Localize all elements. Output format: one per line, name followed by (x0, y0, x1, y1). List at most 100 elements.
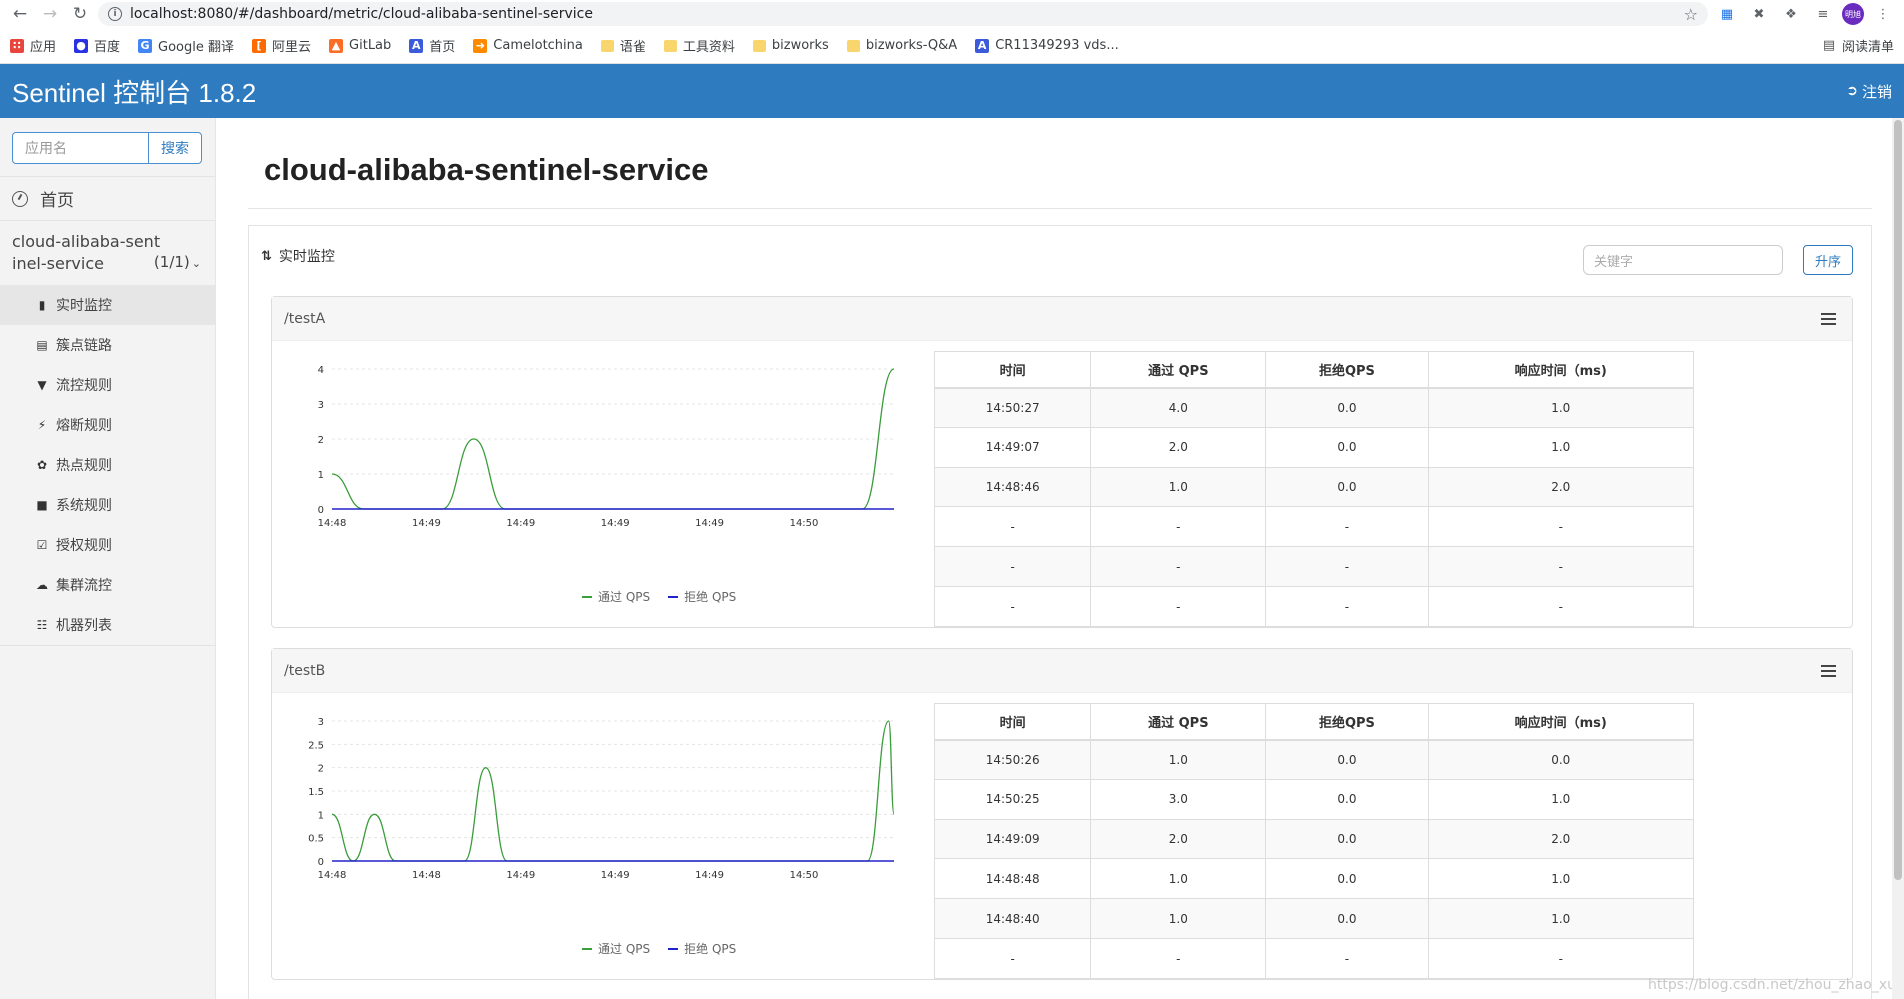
sidebar-item-menu[interactable]: ☷ 机器列表 (0, 605, 215, 645)
legend-pass[interactable]: 通过 QPS (582, 588, 650, 605)
bookmark-item[interactable]: G Google 翻译 (138, 36, 234, 55)
sidebar: 应用名 搜索 首页 cloud-alibaba-sentinel-service… (0, 118, 216, 999)
bookmark-item[interactable]: bizworks-Q&A (846, 38, 957, 53)
folder-icon (846, 39, 860, 52)
sidebar-item-menu[interactable]: ■ 系统规则 (0, 485, 215, 525)
media-queue-icon[interactable]: ≡ (1810, 2, 1836, 26)
bookmark-item[interactable]: 语雀 (600, 36, 646, 55)
table-header-cell[interactable]: 通过 QPS (1090, 703, 1267, 741)
table-cell: 1.0 (1090, 466, 1267, 508)
address-bar[interactable]: i localhost:8080/#/dashboard/metric/clou… (98, 2, 1708, 26)
puzzle-extensions-icon[interactable]: ❖ (1778, 2, 1804, 26)
table-header-cell[interactable]: 时间 (933, 703, 1092, 741)
sidebar-item-menu[interactable]: ✿ 热点规则 (0, 445, 215, 485)
sidebar-item-menu[interactable]: ☁ 集群流控 (0, 565, 215, 605)
list-icon: ▤ (36, 338, 48, 352)
legend-block[interactable]: 拒绝 QPS (668, 588, 736, 605)
site-info-icon[interactable]: i (108, 7, 122, 21)
bookmark-item[interactable]: bizworks (752, 38, 829, 53)
reload-icon[interactable]: ↻ (68, 2, 92, 26)
bookmark-item[interactable]: [阿里云 (252, 36, 311, 55)
table-header-cell[interactable]: 时间 (933, 351, 1092, 389)
table-cell: 1.0 (1427, 426, 1694, 468)
table-row: 14:48:48 1.0 0.0 1.0 (933, 858, 1694, 900)
y-tick-label: 0.5 (308, 834, 324, 845)
table-header-cell[interactable]: 响应时间（ms) (1427, 703, 1694, 741)
table-cell: 0.0 (1265, 426, 1429, 468)
hamburger-menu-icon[interactable] (1821, 664, 1836, 677)
sort-ascending-button[interactable]: 升序 (1803, 245, 1853, 275)
gitlab-icon: ▲ (329, 38, 344, 53)
table-row: 14:49:09 2.0 0.0 2.0 (933, 818, 1694, 860)
back-icon[interactable]: ← (8, 2, 32, 26)
table-cell: 0.0 (1265, 818, 1429, 860)
sidebar-item-menu[interactable]: ▼ 流控规则 (0, 365, 215, 405)
camelot-icon: ➜ (473, 38, 488, 53)
logout-button[interactable]: ➲ 注销 (1846, 81, 1892, 102)
resource-name: /testB (284, 662, 326, 679)
table-cell: - (933, 586, 1092, 627)
x-extension-icon[interactable]: ✖ (1746, 2, 1772, 26)
table-header-cell[interactable]: 响应时间（ms) (1427, 351, 1694, 389)
table-cell: - (933, 546, 1092, 588)
scrollbar-thumb[interactable] (1894, 120, 1902, 880)
bookmark-item[interactable]: ∷ 应用 (10, 36, 56, 55)
resource-card: /testA 0 1 2 3 4 14:48 14:49 14:49 14:49 14:49 14:5… (271, 296, 1853, 628)
bookmark-star-icon[interactable]: ☆ (1684, 5, 1698, 24)
table-cell: - (933, 506, 1092, 548)
table-cell: - (1090, 938, 1267, 979)
sidebar-item-menu[interactable]: ▤ 簇点链路 (0, 325, 215, 365)
bookmark-item[interactable]: ▲ GitLab (329, 38, 391, 53)
table-row: ---- (933, 506, 1694, 548)
watermark-text: https://blog.csdn.net/zhou_zhao_xu (1648, 977, 1896, 993)
table-cell: - (1090, 586, 1267, 627)
hamburger-menu-icon[interactable] (1821, 312, 1836, 325)
bookmark-item[interactable]: ➜ Camelotchina (473, 38, 583, 53)
y-tick-label: 1.5 (308, 787, 324, 798)
sidebar-item-menu[interactable]: ☑ 授权规则 (0, 525, 215, 565)
chart-legend: 通过 QPS 拒绝 QPS (582, 588, 754, 605)
more-menu-icon[interactable]: ⋮ (1870, 2, 1896, 26)
bar-chart-icon: ▮ (38, 298, 46, 312)
table-cell: 0.0 (1265, 739, 1429, 780)
bookmark-item[interactable]: A 首页 (409, 36, 455, 55)
forward-icon[interactable]: → (38, 2, 62, 26)
table-header-cell[interactable]: 通过 QPS (1090, 351, 1267, 389)
bookmark-item[interactable]: 工具资料 (663, 36, 735, 55)
x-tick-label: 14:48 (318, 870, 347, 881)
sidebar-item-menu[interactable]: ⚡ 熔断规则 (0, 405, 215, 445)
table-header-cell[interactable]: 拒绝QPS (1265, 703, 1429, 741)
filter-icon: ▼ (37, 378, 47, 392)
table-cell: - (1265, 938, 1429, 979)
keyword-search-input[interactable]: 关键字 (1583, 245, 1783, 275)
table-header-cell[interactable]: 拒绝QPS (1265, 351, 1429, 389)
reading-list-button[interactable]: ▤ 阅读清单 (1822, 36, 1894, 55)
scrollbar[interactable] (1892, 118, 1904, 999)
table-cell: 3.0 (1090, 778, 1267, 820)
folder-icon (663, 39, 677, 52)
resource-card-header: /testA (272, 297, 1852, 341)
table-cell: 1.0 (1427, 778, 1694, 820)
qps-chart: 0 0.5 1 1.5 2 2.5 3 14:48 14:48 14:49 14:49 14:49 14… (282, 703, 922, 979)
sidebar-app-group[interactable]: cloud-alibaba-sentinel-service (1/1) ⌄ (0, 221, 215, 285)
app-search-input[interactable]: 应用名 (12, 132, 149, 164)
app-search-button[interactable]: 搜索 (149, 132, 202, 164)
reading-list-icon: ▤ (1822, 38, 1836, 53)
chevron-down-icon: ⌄ (191, 257, 201, 270)
table-cell: 14:49:09 (933, 818, 1092, 860)
bookmark-item[interactable]: A CR11349293 vds... (975, 38, 1119, 53)
legend-pass[interactable]: 通过 QPS (582, 940, 650, 957)
bookmark-item[interactable]: ● 百度 (74, 36, 120, 55)
translate-extension-icon[interactable]: ▦ (1714, 2, 1740, 26)
brand-title[interactable]: Sentinel 控制台 1.8.2 (12, 73, 256, 110)
page-title: cloud-alibaba-sentinel-service (248, 142, 1872, 209)
y-tick-label: 3 (318, 400, 324, 411)
legend-block[interactable]: 拒绝 QPS (668, 940, 736, 957)
sidebar-item-menu[interactable]: ▮ 实时监控 (0, 285, 215, 325)
table-cell: - (933, 938, 1092, 979)
x-tick-label: 14:48 (412, 870, 441, 881)
sidebar-item-home[interactable]: 首页 (0, 177, 215, 221)
profile-avatar[interactable]: 明旭 (1842, 3, 1864, 25)
cloud-icon: ☁ (36, 578, 48, 592)
lock-icon: ■ (36, 498, 48, 512)
